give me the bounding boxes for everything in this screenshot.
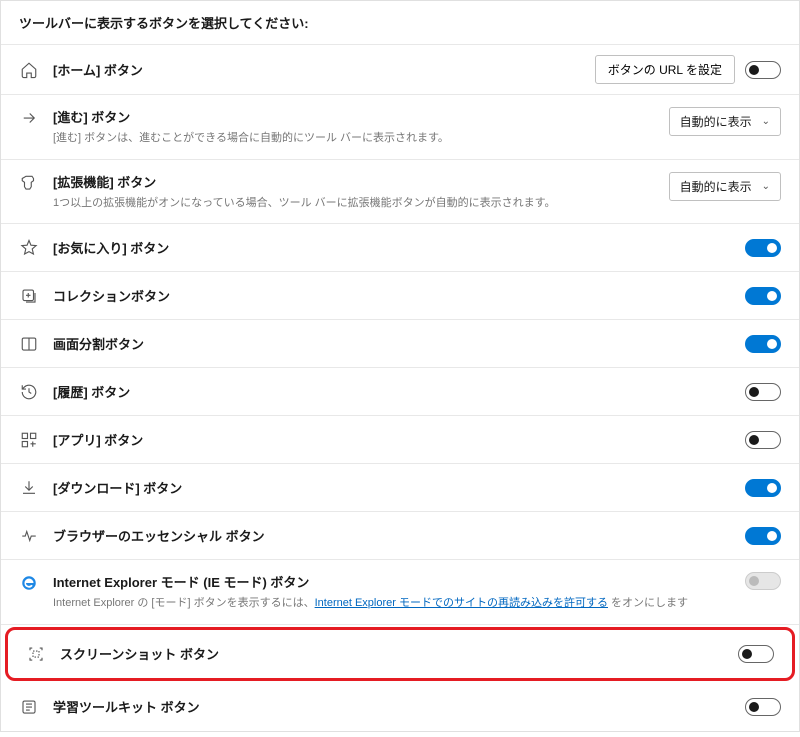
downloads-title: [ダウンロード] ボタン — [53, 478, 731, 497]
extensions-desc: 1つ以上の拡張機能がオンになっている場合、ツール バーに拡張機能ボタンが自動的に… — [53, 195, 655, 212]
row-screenshot: スクリーンショット ボタン — [8, 630, 792, 678]
apps-title: [アプリ] ボタン — [53, 430, 731, 449]
history-toggle[interactable] — [745, 383, 781, 401]
row-extensions: [拡張機能] ボタン 1つ以上の拡張機能がオンになっている場合、ツール バーに拡… — [1, 160, 799, 225]
home-toggle[interactable] — [745, 61, 781, 79]
forward-desc: [進む] ボタンは、進むことができる場合に自動的にツール バーに表示されます。 — [53, 130, 655, 147]
chevron-down-icon: ⌄ — [762, 181, 770, 192]
history-title: [履歴] ボタン — [53, 382, 731, 401]
downloads-icon — [19, 478, 39, 498]
highlight-box: スクリーンショット ボタン — [5, 627, 795, 681]
collections-title: コレクションボタン — [53, 286, 731, 305]
extensions-title: [拡張機能] ボタン — [53, 172, 655, 191]
immersive-title: 学習ツールキット ボタン — [53, 697, 731, 716]
ie-title: Internet Explorer モード (IE モード) ボタン — [53, 572, 731, 591]
splitscreen-title: 画面分割ボタン — [53, 334, 731, 353]
extensions-icon — [19, 173, 39, 193]
row-collections: コレクションボタン — [1, 272, 799, 320]
row-history: [履歴] ボタン — [1, 368, 799, 416]
history-icon — [19, 382, 39, 402]
toolbar-buttons-panel: ツールバーに表示するボタンを選択してください: [ホーム] ボタン ボタンの U… — [0, 0, 800, 732]
home-icon — [19, 60, 39, 80]
favorites-title: [お気に入り] ボタン — [53, 238, 731, 257]
essentials-toggle[interactable] — [745, 527, 781, 545]
screenshot-toggle[interactable] — [738, 645, 774, 663]
chevron-down-icon: ⌄ — [762, 116, 770, 127]
internet-explorer-icon — [19, 573, 39, 593]
splitscreen-toggle[interactable] — [745, 335, 781, 353]
forward-dropdown[interactable]: 自動的に表示 ⌄ — [669, 107, 781, 136]
collections-toggle[interactable] — [745, 287, 781, 305]
extensions-dropdown-label: 自動的に表示 — [680, 178, 752, 195]
home-title: [ホーム] ボタン — [53, 60, 581, 79]
favorites-toggle[interactable] — [745, 239, 781, 257]
row-apps: [アプリ] ボタン — [1, 416, 799, 464]
splitscreen-icon — [19, 334, 39, 354]
ie-desc: Internet Explorer の [モード] ボタンを表示するには、Int… — [53, 595, 731, 612]
favorites-icon — [19, 238, 39, 258]
forward-icon — [19, 108, 39, 128]
learning-toolkit-icon — [19, 697, 39, 717]
essentials-title: ブラウザーのエッセンシャル ボタン — [53, 526, 731, 545]
row-splitscreen: 画面分割ボタン — [1, 320, 799, 368]
ie-toggle — [745, 572, 781, 590]
apps-toggle[interactable] — [745, 431, 781, 449]
collections-icon — [19, 286, 39, 306]
downloads-toggle[interactable] — [745, 479, 781, 497]
screenshot-title: スクリーンショット ボタン — [60, 644, 724, 663]
set-home-url-button[interactable]: ボタンの URL を設定 — [595, 55, 735, 84]
row-forward: [進む] ボタン [進む] ボタンは、進むことができる場合に自動的にツール バー… — [1, 95, 799, 160]
screenshot-icon — [26, 644, 46, 664]
row-immersive: 学習ツールキット ボタン — [1, 683, 799, 731]
extensions-dropdown[interactable]: 自動的に表示 ⌄ — [669, 172, 781, 201]
row-favorites: [お気に入り] ボタン — [1, 224, 799, 272]
row-downloads: [ダウンロード] ボタン — [1, 464, 799, 512]
forward-title: [進む] ボタン — [53, 107, 655, 126]
ie-mode-settings-link[interactable]: Internet Explorer モードでのサイトの再読み込みを許可する — [315, 597, 608, 609]
row-home: [ホーム] ボタン ボタンの URL を設定 — [1, 45, 799, 95]
essentials-icon — [19, 526, 39, 546]
forward-dropdown-label: 自動的に表示 — [680, 113, 752, 130]
immersive-toggle[interactable] — [745, 698, 781, 716]
row-ie-mode: Internet Explorer モード (IE モード) ボタン Inter… — [1, 560, 799, 625]
panel-header: ツールバーに表示するボタンを選択してください: — [1, 1, 799, 45]
row-essentials: ブラウザーのエッセンシャル ボタン — [1, 512, 799, 560]
apps-icon — [19, 430, 39, 450]
